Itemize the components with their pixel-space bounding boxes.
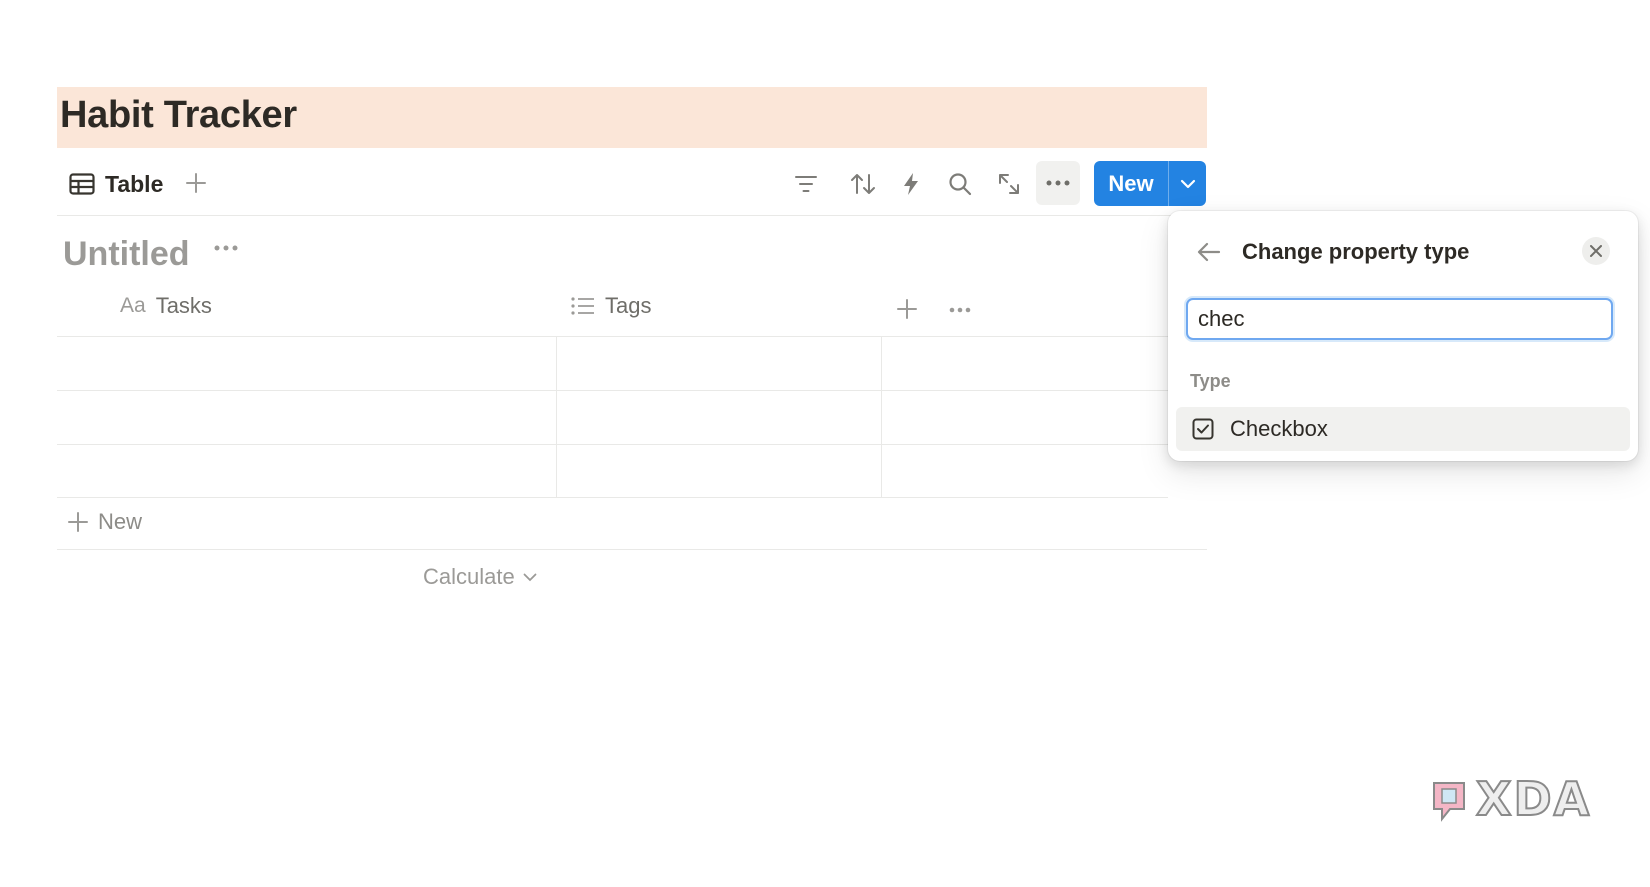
chevron-down-icon <box>1180 179 1195 188</box>
database-title[interactable]: Untitled <box>63 235 190 274</box>
column-divider <box>556 337 557 497</box>
tab-table-view[interactable]: Table <box>69 166 163 202</box>
add-column-button[interactable] <box>897 299 917 319</box>
add-view-button[interactable] <box>181 168 211 198</box>
xda-logo-icon <box>1433 782 1465 822</box>
filter-icon <box>795 176 817 192</box>
toolbar-divider <box>57 215 1207 216</box>
close-icon <box>1590 245 1602 257</box>
calculate-label: Calculate <box>423 564 515 589</box>
add-row-label: New <box>98 509 143 534</box>
expand-icon <box>999 174 1019 194</box>
expand-button[interactable] <box>992 167 1026 201</box>
checkbox-icon <box>1192 418 1214 440</box>
search-icon <box>949 173 972 196</box>
table-icon <box>69 173 95 195</box>
popup-title: Change property type <box>1242 239 1470 264</box>
property-type-search-input[interactable] <box>1186 298 1613 340</box>
plus-icon <box>186 173 206 193</box>
automation-button[interactable] <box>894 167 928 201</box>
column-more-button[interactable] <box>949 307 971 313</box>
table-row[interactable] <box>57 444 1168 445</box>
chevron-down-icon <box>523 573 537 581</box>
change-property-type-popup: Change property type Type Checkbox <box>1168 211 1638 461</box>
arrow-left-icon <box>1197 242 1221 262</box>
back-button[interactable] <box>1194 237 1224 267</box>
column-label: Tags <box>605 293 652 318</box>
add-row-button[interactable]: New <box>68 509 142 535</box>
calculate-button[interactable]: Calculate <box>423 564 537 590</box>
column-divider <box>881 337 882 497</box>
sort-button[interactable] <box>846 167 880 201</box>
column-label: Tasks <box>155 293 212 318</box>
column-header-tasks[interactable]: Aa Tasks <box>120 293 212 319</box>
lightning-icon <box>904 173 918 195</box>
section-label: Type <box>1190 371 1231 391</box>
new-dropdown-button[interactable] <box>1169 161 1206 206</box>
column-header-tags[interactable]: Tags <box>571 293 651 319</box>
table-row[interactable] <box>57 497 1168 498</box>
text-type-icon: Aa <box>120 294 146 317</box>
database-more-button[interactable] <box>214 245 238 251</box>
plus-icon <box>68 512 88 532</box>
filter-button[interactable] <box>789 167 823 201</box>
option-label: Checkbox <box>1230 416 1328 441</box>
sort-icon <box>851 174 875 194</box>
page-title[interactable]: Habit Tracker <box>60 94 297 137</box>
new-button-label[interactable]: New <box>1094 161 1169 206</box>
table-row[interactable] <box>57 390 1168 391</box>
watermark-text: XDA <box>1475 771 1592 827</box>
more-icon <box>949 307 971 313</box>
close-button[interactable] <box>1582 237 1610 265</box>
property-type-option-checkbox[interactable]: Checkbox <box>1176 407 1630 451</box>
more-icon <box>214 245 238 251</box>
more-options-button[interactable] <box>1036 161 1080 205</box>
tab-label: Table <box>105 170 164 197</box>
search-button[interactable] <box>943 167 977 201</box>
xda-watermark: XDA <box>1428 771 1592 827</box>
more-icon <box>1046 180 1070 186</box>
header-divider <box>57 336 1168 337</box>
plus-icon <box>897 299 917 319</box>
list-icon <box>571 297 594 315</box>
new-button[interactable]: New <box>1094 161 1206 206</box>
footer-divider <box>57 549 1207 550</box>
